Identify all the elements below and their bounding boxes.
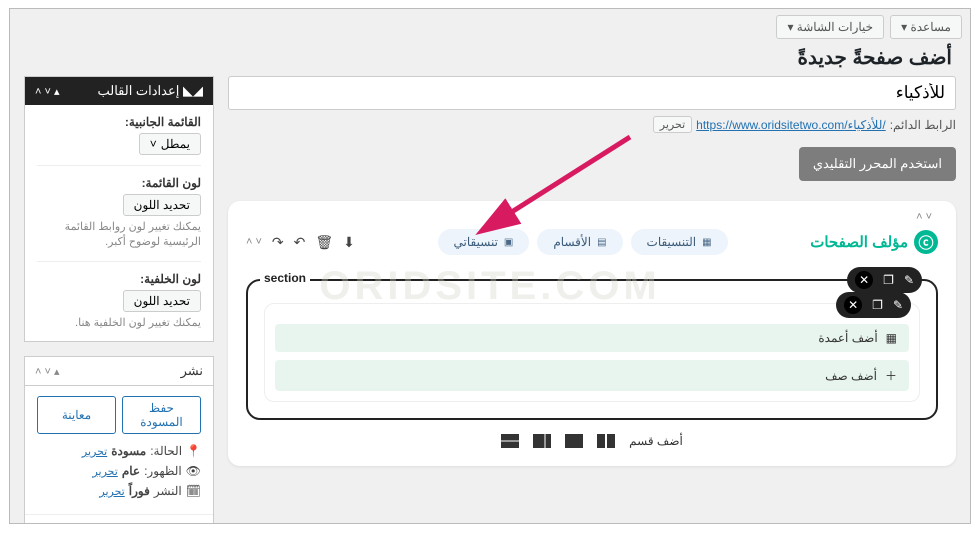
tab-my-layouts[interactable]: ▣تنسيقاتي [438,229,530,255]
layouts-icon: ▦ [702,237,711,248]
undo-icon[interactable]: ↶ [294,234,306,251]
row-copy-icon[interactable]: ❐ [872,298,883,312]
theme-settings-title: إعدادات القالب [97,83,179,98]
permalink-label: الرابط الدائم: [890,118,956,132]
add-section-label: أضف قسم [629,434,683,448]
menu-color-picker[interactable]: تحديد اللون [123,194,201,216]
bg-color-picker[interactable]: تحديد اللون [123,290,201,312]
plus-icon: ＋ [885,367,897,384]
builder-row: ✎ ❐ ✕ ▦ أضف أعمدة ＋ أضف صف [264,303,920,402]
section-edit-icon[interactable]: ✎ [904,273,914,287]
use-classic-editor-button[interactable]: استخدم المحرر التقليدي [799,147,956,181]
publish-time-label: النشر [154,484,182,498]
bg-color-hint: يمكنك تغيير لون الخلفية هنا. [37,316,201,331]
permalink-row: الرابط الدائم: /للأذكياء/https://www.ori… [228,116,956,133]
layout-option-2row[interactable] [501,434,519,448]
chevron-down-icon: ˅ [150,137,157,151]
layout-option-1col[interactable] [565,434,583,448]
builder-collapse-chevrons[interactable]: ˅ ˄ [246,211,938,223]
save-draft-button[interactable]: حفظ المسودة [122,396,201,434]
columns-icon: ▦ [886,331,897,345]
theme-settings-panel: ◢◣ إعدادات القالب ▴ ˅ ˄ القائمة الجانبية… [24,76,214,342]
layout-option-2col[interactable] [597,434,615,448]
builder-brand: ⓒ مؤلف الصفحات [810,230,938,254]
status-value: مسودة [111,444,146,458]
page-title: أضف صفحةً جديدةً [10,45,970,76]
layout-option-sidebar[interactable] [533,434,551,448]
screen-options-button[interactable]: خيارات الشاشة ▾ [776,15,884,39]
status-edit-link[interactable]: تحرير [82,445,107,458]
publish-time-edit-link[interactable]: تحرير [99,485,124,498]
add-columns-button[interactable]: ▦ أضف أعمدة [275,324,909,352]
row-toolbar: ✎ ❐ ✕ [836,292,911,318]
builder-toggle-icon[interactable]: ˅ ˄ [246,236,262,248]
visibility-label: الظهور: [144,464,182,478]
help-button[interactable]: مساعدة ▾ [890,15,962,39]
trash-icon[interactable]: 🗑 [315,234,333,251]
menu-color-label: لون القائمة: [37,176,201,190]
publish-time-value: فوراً [129,484,150,498]
preview-button[interactable]: معاينة [37,396,116,434]
tab-sections[interactable]: ▤الأقسام [537,229,622,255]
builder-section: section ✎ ❐ ✕ ✎ ❐ ✕ ▦ [246,279,938,420]
publish-panel: نشر ▴ ˅ ˄ حفظ المسودة معاينة 📍 الحالة: م… [24,356,214,524]
panel-toggle-icons[interactable]: ▴ ˅ ˄ [35,85,59,98]
visibility-edit-link[interactable]: تحرير [92,465,117,478]
menu-color-hint: يمكنك تغيير لون روابط القائمة الرئيسية ل… [37,220,201,251]
theme-settings-icon: ◢◣ [183,83,203,98]
row-edit-icon[interactable]: ✎ [893,298,903,312]
add-row-button[interactable]: ＋ أضف صف [275,360,909,391]
panel-toggle-icons[interactable]: ▴ ˅ ˄ [35,365,59,378]
builder-logo-icon: ⓒ [914,230,938,254]
permalink-url[interactable]: /للأذكياء/https://www.oridsitetwo.com [696,118,886,132]
download-icon[interactable]: ⬇ [343,234,355,251]
section-label: section [260,271,310,285]
section-close-icon[interactable]: ✕ [855,271,873,289]
permalink-edit-button[interactable]: تحرير [653,116,692,133]
calendar-icon: 🗓 [186,484,201,498]
my-layouts-icon: ▣ [504,237,513,248]
bg-color-label: لون الخلفية: [37,272,201,286]
add-section-bar: أضف قسم [246,434,938,448]
sections-icon: ▤ [597,237,606,248]
section-toolbar: ✎ ❐ ✕ [847,267,922,293]
page-builder: ˅ ˄ ⓒ مؤلف الصفحات ▦التنسيقات ▤الأقسام ▣… [228,201,956,466]
tab-layouts[interactable]: ▦التنسيقات [631,229,728,255]
redo-icon[interactable]: ↷ [272,234,284,251]
eye-icon: 👁 [186,464,201,478]
section-copy-icon[interactable]: ❐ [883,273,894,287]
pin-icon: 📍 [186,444,201,458]
page-title-input[interactable] [228,76,956,110]
sidebar-setting-label: القائمة الجانبية: [37,115,201,129]
status-label: الحالة: [150,444,182,458]
visibility-value: عام [122,464,140,478]
publish-panel-title: نشر [181,363,203,379]
sidebar-select[interactable]: يمطل ˅ [139,133,201,155]
row-close-icon[interactable]: ✕ [844,296,862,314]
